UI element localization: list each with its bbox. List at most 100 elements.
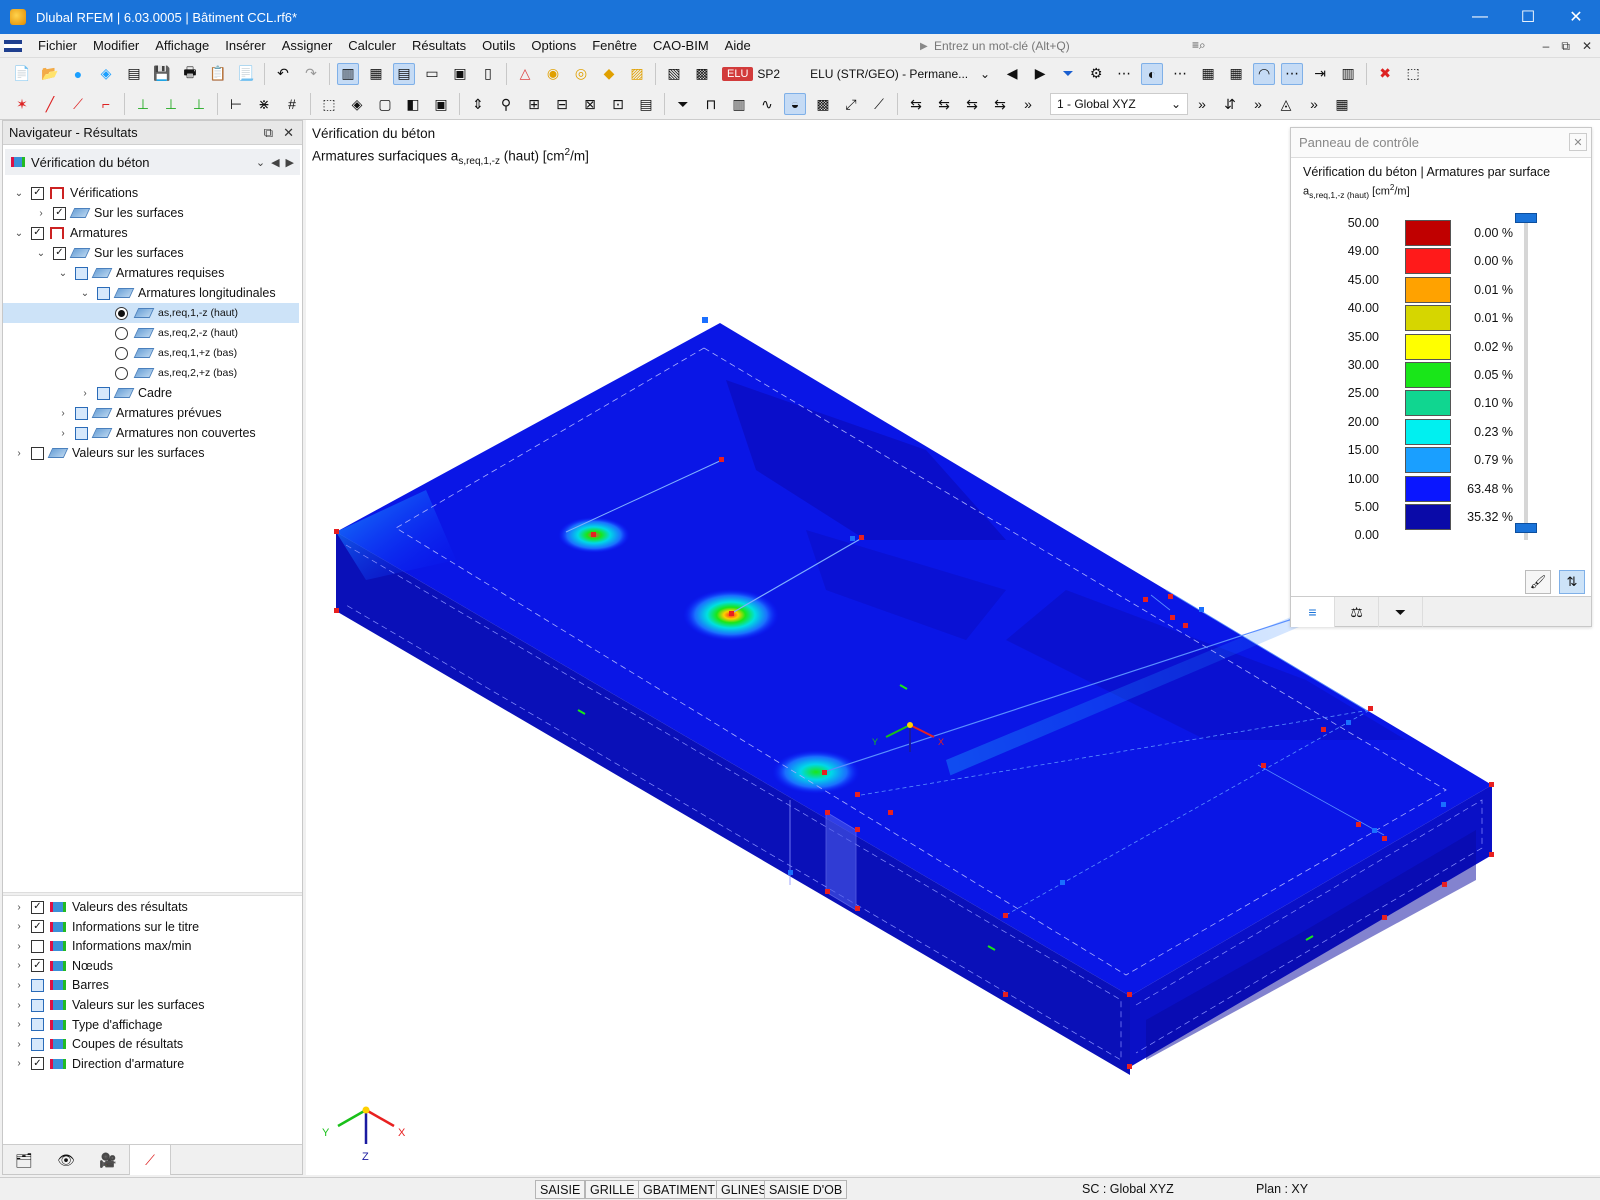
menu-cao-bim[interactable]: CAO-BIM	[645, 34, 717, 58]
splitter[interactable]	[3, 892, 302, 896]
expand-chevron-icon[interactable]: ›	[13, 941, 25, 952]
chevron-right-icon[interactable]: ▶	[286, 156, 294, 169]
xxx-values-icon[interactable]: ⋯	[1113, 63, 1135, 85]
select-window-icon[interactable]: ▢	[374, 93, 396, 115]
tab-results[interactable]: ⟋	[129, 1145, 171, 1175]
tab-factors[interactable]: ⚖	[1335, 597, 1379, 627]
wave-icon[interactable]: ∿	[756, 93, 778, 115]
tab-display[interactable]: 👁	[45, 1145, 87, 1175]
checkbox[interactable]	[31, 1018, 44, 1032]
surface-tool-icon[interactable]: ⌐	[95, 93, 117, 115]
calculate-icon[interactable]: ◉	[542, 63, 564, 85]
collapse-chevron-icon[interactable]: ⌄	[79, 288, 91, 299]
menu-calculer[interactable]: Calculer	[340, 34, 404, 58]
status-grille-button[interactable]: GRILLE	[585, 1180, 640, 1199]
menu-fenetre[interactable]: Fenêtre	[584, 34, 645, 58]
deformation-icon[interactable]: ◠	[1253, 62, 1276, 85]
tree-item[interactable]: ⌄ Armatures longitudinales	[3, 283, 299, 303]
checkbox[interactable]	[75, 426, 88, 440]
tree-item[interactable]: › Armatures non couvertes	[3, 423, 299, 443]
line-tool-icon[interactable]: ╱	[39, 93, 61, 115]
checkbox[interactable]: ✓	[53, 246, 66, 260]
tree-item[interactable]: › ✓ Sur les surfaces	[3, 203, 299, 223]
open-folder-icon[interactable]: 📂	[39, 63, 61, 85]
chevron-left-icon[interactable]: ◀	[271, 156, 279, 169]
tree-item[interactable]: ⌄ ✓ Armatures	[3, 223, 299, 243]
expand-chevron-icon[interactable]: ›	[13, 1019, 25, 1030]
checkbox[interactable]	[75, 406, 88, 420]
display-option-item[interactable]: › Type d'affichage	[3, 1015, 299, 1035]
wind-simulation-icon[interactable]: ▨	[626, 63, 648, 85]
tree-item[interactable]: as,req,2,-z (haut)	[3, 323, 299, 343]
iso-lines-icon[interactable]: ▦	[1197, 63, 1219, 85]
redo-icon[interactable]: ↷	[300, 63, 322, 85]
status-saisie-button[interactable]: SAISIE	[535, 1180, 586, 1199]
new-model-icon[interactable]: 📄	[11, 63, 33, 85]
table-icon[interactable]: ▦	[365, 63, 387, 85]
checkbox[interactable]: ✓	[53, 206, 66, 220]
min-max-icon[interactable]: ⋯	[1169, 63, 1191, 85]
more-icon[interactable]: »	[1303, 93, 1325, 115]
line-support-icon[interactable]: ⊥	[160, 93, 182, 115]
result-values-icon[interactable]: ⚙	[1085, 63, 1107, 85]
expand-chevron-icon[interactable]: ›	[13, 1000, 25, 1011]
checkbox[interactable]	[31, 939, 44, 953]
tab-filter[interactable]: ⏷	[1379, 597, 1423, 627]
guide-line-icon[interactable]: ⋇	[253, 93, 275, 115]
frame-icon[interactable]: ⊓	[700, 93, 722, 115]
collapse-chevron-icon[interactable]: ⌄	[35, 248, 47, 259]
menu-aide[interactable]: Aide	[717, 34, 759, 58]
collapse-chevron-icon[interactable]: ⌄	[57, 268, 69, 279]
view-front-icon[interactable]: ⇆	[905, 93, 927, 115]
menu-resultats[interactable]: Résultats	[404, 34, 474, 58]
select-options-icon[interactable]: ◈	[346, 93, 368, 115]
values-display-icon[interactable]: ⋯	[1281, 62, 1304, 85]
axis-icon[interactable]: ⇵	[1219, 93, 1241, 115]
radio-button[interactable]	[115, 306, 128, 320]
load-case-badge[interactable]: ELU	[722, 66, 754, 81]
solid-view-icon[interactable]: ▩	[812, 93, 834, 115]
expand-chevron-icon[interactable]: ›	[79, 388, 91, 399]
expand-chevron-icon[interactable]: ›	[13, 902, 25, 913]
render-icon[interactable]: ▥	[728, 93, 750, 115]
menu-inserer[interactable]: Insérer	[217, 34, 273, 58]
expand-chevron-icon[interactable]: ›	[13, 921, 25, 932]
map-icon[interactable]: ▤	[635, 93, 657, 115]
move-icon[interactable]: ⇕	[467, 93, 489, 115]
display-option-item[interactable]: › ✓ Nœuds	[3, 956, 299, 976]
legend-slider-track[interactable]	[1524, 220, 1528, 540]
tree-item[interactable]: as,req,1,+z (bas)	[3, 343, 299, 363]
view-results-icon[interactable]: ◐	[1141, 62, 1164, 85]
tree-item[interactable]: ⌄ Armatures requises	[3, 263, 299, 283]
expand-chevron-icon[interactable]: ›	[13, 980, 25, 991]
expand-chevron-icon[interactable]: ›	[57, 408, 69, 419]
menu-outils[interactable]: Outils	[474, 34, 523, 58]
collapse-chevron-icon[interactable]: ⌄	[13, 228, 25, 239]
expand-chevron-icon[interactable]: ›	[13, 448, 25, 459]
navigator-toggle-icon[interactable]: ▥	[337, 62, 359, 85]
expand-chevron-icon[interactable]: ›	[57, 428, 69, 439]
undo-icon[interactable]: ↶	[272, 63, 294, 85]
view-select[interactable]: 1 - Global XYZ ⌄	[1050, 93, 1188, 115]
checkbox[interactable]: ✓	[31, 900, 44, 914]
checkbox[interactable]: ✓	[31, 226, 44, 240]
navigator-selector[interactable]: Vérification du béton ⌄ ◀ ▶	[5, 149, 300, 175]
node-tool-icon[interactable]: ✶	[11, 93, 33, 115]
view-left-icon[interactable]: ⇆	[961, 93, 983, 115]
display-option-item[interactable]: › Valeurs sur les surfaces	[3, 995, 299, 1015]
data-icon[interactable]: ▯	[477, 63, 499, 85]
line-view-icon[interactable]: ⟋	[868, 93, 890, 115]
expand-chevron-icon[interactable]: ›	[35, 208, 47, 219]
tree-item[interactable]: › Armatures prévues	[3, 403, 299, 423]
transparency-icon[interactable]: ⤢	[840, 93, 862, 115]
close-button[interactable]: ✕	[1552, 0, 1600, 34]
status-saisie-ob-button[interactable]: SAISIE D'OB	[764, 1180, 848, 1199]
collapse-chevron-icon[interactable]: ⌄	[13, 188, 25, 199]
member-tool-icon[interactable]: ⟋	[67, 93, 89, 115]
legend-max-handle[interactable]	[1515, 213, 1537, 223]
animation-icon[interactable]: ▥	[1337, 63, 1359, 85]
save-icon[interactable]: 💾	[151, 63, 173, 85]
layer-icon[interactable]: ⊠	[579, 93, 601, 115]
more-icon[interactable]: »	[1017, 93, 1039, 115]
expand-chevron-icon[interactable]: ›	[13, 1039, 25, 1050]
